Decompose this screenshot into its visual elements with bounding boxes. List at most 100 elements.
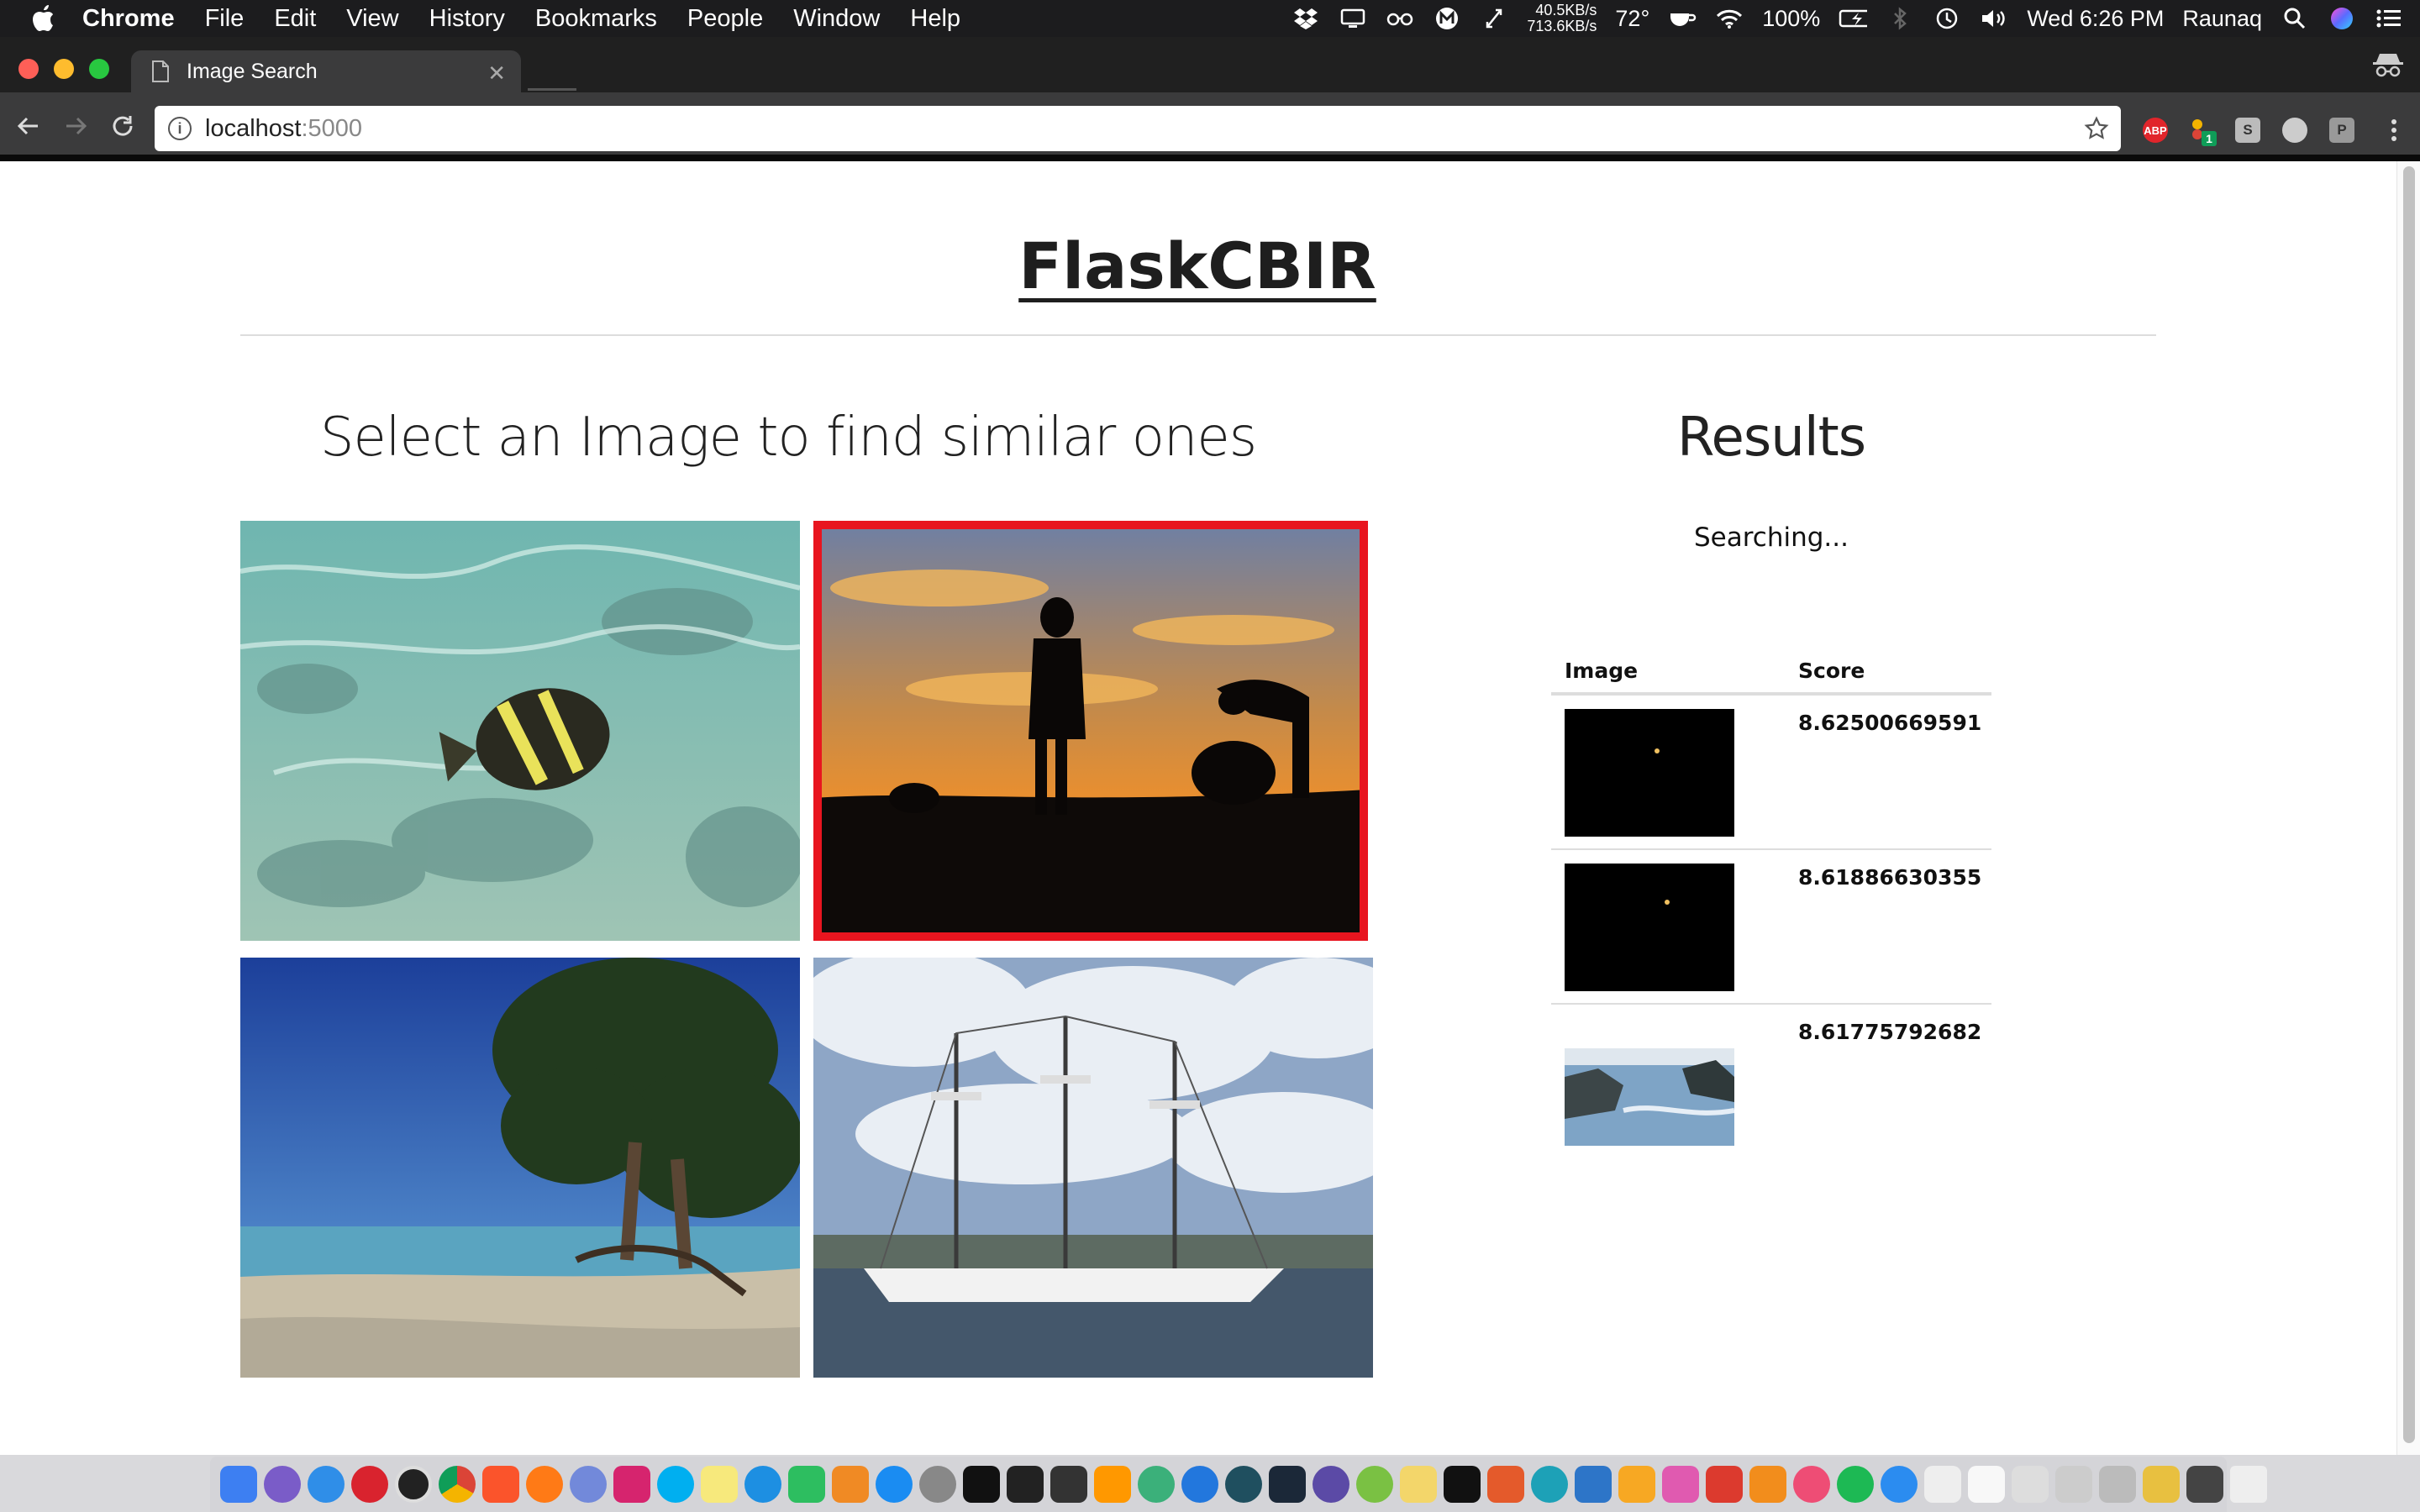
books-icon[interactable] (832, 1466, 869, 1503)
menu-file[interactable]: File (205, 5, 245, 33)
window-close-button[interactable] (18, 59, 39, 79)
reload-button[interactable] (106, 109, 139, 143)
evernote-icon[interactable] (788, 1466, 825, 1503)
display-icon[interactable] (1339, 6, 1367, 31)
notification-center-icon[interactable] (2375, 6, 2403, 31)
steam-icon[interactable] (1269, 1466, 1306, 1503)
result-image-rocky-coast[interactable] (1565, 1018, 1734, 1146)
siri-icon[interactable] (2328, 6, 2356, 31)
system-preferences-icon[interactable] (919, 1466, 956, 1503)
messages-icon[interactable] (1881, 1466, 1918, 1503)
spotlight-search-icon[interactable] (2281, 6, 2309, 31)
site-title[interactable]: FlaskCBIR (0, 228, 2395, 303)
app-store-icon[interactable] (876, 1466, 913, 1503)
itunes-icon[interactable] (1793, 1466, 1830, 1503)
opera-neon-icon[interactable] (395, 1466, 432, 1503)
window-minimize-button[interactable] (54, 59, 74, 79)
glasses-icon[interactable] (1386, 6, 1414, 31)
scanner-icon[interactable] (2099, 1466, 2136, 1503)
result-image-dark-night-2[interactable] (1565, 864, 1734, 991)
stickies-icon[interactable] (1400, 1466, 1437, 1503)
site-info-icon[interactable]: i (168, 117, 192, 140)
new-tab-button[interactable] (528, 66, 576, 91)
gallery-image-fish[interactable] (240, 521, 800, 941)
gallery-image-sunset[interactable] (813, 521, 1368, 941)
wifi-icon[interactable] (1715, 6, 1744, 31)
menu-history[interactable]: History (429, 5, 505, 33)
discord-icon[interactable] (570, 1466, 607, 1503)
printer-icon[interactable] (2055, 1466, 2092, 1503)
bookmark-star-icon[interactable] (2084, 116, 2109, 141)
chrome-icon[interactable] (439, 1466, 476, 1503)
xcode-icon[interactable] (1575, 1466, 1612, 1503)
notes-icon[interactable] (701, 1466, 738, 1503)
safari-icon[interactable] (308, 1466, 345, 1503)
menu-window[interactable]: Window (793, 5, 880, 33)
forward-arrow-icon (66, 117, 87, 135)
gitkraken-icon[interactable] (1225, 1466, 1262, 1503)
dropbox-icon[interactable] (1292, 6, 1320, 31)
bluetooth-icon[interactable] (1886, 6, 1914, 31)
document-icon[interactable] (1968, 1466, 2005, 1503)
menu-edit[interactable]: Edit (274, 5, 316, 33)
tab-image-search[interactable]: Image Search ✕ (131, 50, 521, 92)
s-extension-icon[interactable]: S (2235, 118, 2260, 143)
iterm-icon[interactable] (1050, 1466, 1087, 1503)
adblock-extension-icon[interactable]: ABP (2143, 118, 2168, 143)
menu-app-name[interactable]: Chrome (82, 5, 175, 33)
p-extension-icon[interactable]: P (2329, 118, 2354, 143)
grey-extension-icon[interactable] (2282, 118, 2307, 143)
photo-folder-icon[interactable] (2143, 1466, 2180, 1503)
menu-people[interactable]: People (687, 5, 763, 33)
unity-icon[interactable] (1444, 1466, 1481, 1503)
keyboard-app-icon[interactable] (2186, 1466, 2223, 1503)
time-machine-icon[interactable] (1933, 6, 1961, 31)
result-image-dark-night[interactable] (1565, 709, 1734, 837)
trash-icon[interactable] (2230, 1466, 2267, 1503)
brave-icon[interactable] (482, 1466, 519, 1503)
apple-icon[interactable] (30, 4, 67, 33)
m-app-icon[interactable] (1433, 6, 1461, 31)
app-pink-icon[interactable] (613, 1466, 650, 1503)
window-zoom-button[interactable] (89, 59, 109, 79)
sublime-text-icon[interactable] (1094, 1466, 1131, 1503)
preview-icon[interactable] (2012, 1466, 2049, 1503)
gallery-image-beach[interactable] (240, 958, 800, 1378)
chart-app-icon[interactable] (1706, 1466, 1743, 1503)
firefox-icon[interactable] (526, 1466, 563, 1503)
finder-window-icon[interactable] (1924, 1466, 1961, 1503)
opera-icon[interactable] (351, 1466, 388, 1503)
app-orange-icon[interactable] (1487, 1466, 1524, 1503)
battery-icon[interactable] (1839, 6, 1868, 31)
back-button[interactable] (12, 109, 45, 143)
finder-icon[interactable] (220, 1466, 257, 1503)
activity-monitor-icon[interactable] (963, 1466, 1000, 1503)
vlc-icon[interactable] (1749, 1466, 1786, 1503)
tab-close-icon[interactable]: ✕ (487, 60, 506, 87)
maps-icon[interactable] (1181, 1466, 1218, 1503)
terminal-icon[interactable] (1007, 1466, 1044, 1503)
scrollbar-thumb[interactable] (2403, 166, 2415, 1443)
sketch-icon[interactable] (1618, 1466, 1655, 1503)
skype-icon[interactable] (657, 1466, 694, 1503)
spotify-icon[interactable] (1837, 1466, 1874, 1503)
date-time[interactable]: Wed 6:26 PM (2027, 6, 2164, 32)
user-name[interactable]: Raunaq (2182, 6, 2262, 32)
page-scrollbar[interactable] (2396, 161, 2420, 1455)
address-bar[interactable]: i localhost:5000 (155, 106, 2121, 151)
forward-button[interactable] (59, 109, 92, 143)
volume-icon[interactable] (1980, 6, 2008, 31)
display-app-icon[interactable] (1662, 1466, 1699, 1503)
shazam-icon[interactable] (744, 1466, 781, 1503)
menu-bookmarks[interactable]: Bookmarks (535, 5, 657, 33)
tor-browser-icon[interactable] (1313, 1466, 1349, 1503)
audio-app-icon[interactable] (1531, 1466, 1568, 1503)
menu-view[interactable]: View (346, 5, 398, 33)
gallery-image-ship[interactable] (813, 958, 1373, 1378)
coffee-cup-icon[interactable] (1668, 6, 1697, 31)
chrome-menu-icon[interactable] (2381, 118, 2407, 143)
atom-icon[interactable] (1138, 1466, 1175, 1503)
siri-dock-icon[interactable] (264, 1466, 301, 1503)
menu-help[interactable]: Help (910, 5, 960, 33)
android-studio-icon[interactable] (1356, 1466, 1393, 1503)
